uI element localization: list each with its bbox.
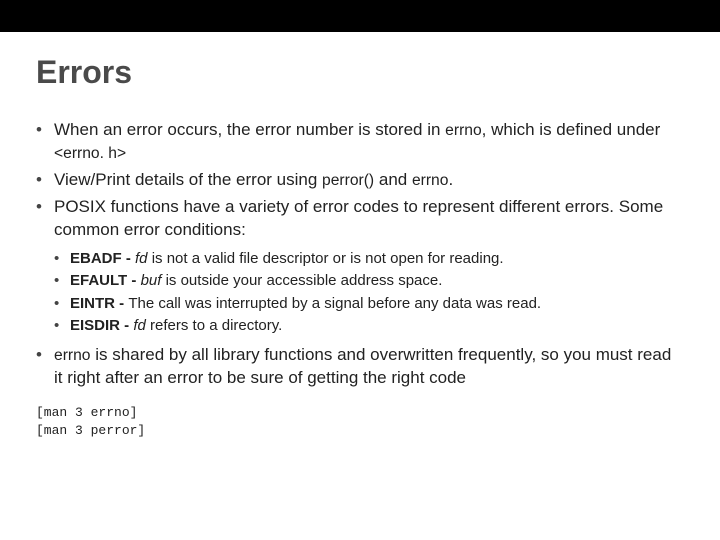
top-black-bar	[0, 0, 720, 32]
separator: -	[122, 250, 135, 267]
text-fragment: View/Print details of the error using	[54, 170, 322, 189]
error-code: EFAULT	[70, 272, 127, 289]
sub-bullet-eisdir: EISDIR - fd refers to a directory.	[54, 315, 684, 338]
sub-bullet-list: EBADF - fd is not a valid file descripto…	[54, 248, 684, 338]
text-fragment: , which is defined under	[482, 120, 661, 139]
text-fragment: .	[448, 170, 453, 189]
bullet-3: POSIX functions have a variety of error …	[36, 196, 684, 338]
separator: -	[120, 317, 133, 334]
man-line-perror: [man 3 perror]	[36, 422, 684, 440]
text-fragment: is outside your accessible address space…	[161, 272, 442, 289]
inline-code-perror: perror()	[322, 172, 374, 189]
bullet-1-text: When an error occurs, the error number i…	[54, 120, 660, 162]
inline-code-errno-h: <errno. h>	[54, 145, 126, 162]
inline-code-errno: errno	[412, 172, 448, 189]
bullet-1: When an error occurs, the error number i…	[36, 119, 684, 165]
bullet-2-text: View/Print details of the error using pe…	[54, 170, 453, 189]
text-fragment: is shared by all library functions and o…	[54, 345, 671, 387]
bullet-2: View/Print details of the error using pe…	[36, 169, 684, 192]
bullet-4-text: errno is shared by all library functions…	[54, 345, 671, 387]
sub-bullet-ebadf: EBADF - fd is not a valid file descripto…	[54, 248, 684, 271]
bullet-list: When an error occurs, the error number i…	[36, 119, 684, 390]
bullet-3-text: POSIX functions have a variety of error …	[54, 197, 663, 239]
bullet-4: errno is shared by all library functions…	[36, 344, 684, 390]
man-line-errno: [man 3 errno]	[36, 404, 684, 422]
sub-bullet-text: EISDIR - fd refers to a directory.	[70, 317, 282, 334]
separator: -	[127, 272, 140, 289]
error-code: EBADF	[70, 250, 122, 267]
italic-term: buf	[141, 272, 162, 289]
italic-term: fd	[135, 250, 148, 267]
sub-bullet-text: EFAULT - buf is outside your accessible …	[70, 272, 442, 289]
text-fragment: refers to a directory.	[146, 317, 282, 334]
sub-bullet-text: EBADF - fd is not a valid file descripto…	[70, 250, 504, 267]
text-fragment: The call was interrupted by a signal bef…	[128, 295, 541, 312]
man-references: [man 3 errno] [man 3 perror]	[36, 404, 684, 440]
sub-bullet-text: EINTR - The call was interrupted by a si…	[70, 295, 541, 312]
inline-code-errno: errno	[445, 122, 481, 139]
sub-bullet-eintr: EINTR - The call was interrupted by a si…	[54, 293, 684, 316]
slide-title: Errors	[36, 54, 684, 91]
error-code: EISDIR	[70, 317, 120, 334]
error-code: EINTR	[70, 295, 115, 312]
text-fragment: When an error occurs, the error number i…	[54, 120, 445, 139]
inline-code-errno: errno	[54, 347, 90, 364]
slide-body: Errors When an error occurs, the error n…	[0, 32, 720, 440]
separator: -	[115, 295, 128, 312]
italic-term: fd	[133, 317, 146, 334]
text-fragment: and	[374, 170, 412, 189]
sub-bullet-efault: EFAULT - buf is outside your accessible …	[54, 270, 684, 293]
text-fragment: is not a valid file descriptor or is not…	[148, 250, 504, 267]
